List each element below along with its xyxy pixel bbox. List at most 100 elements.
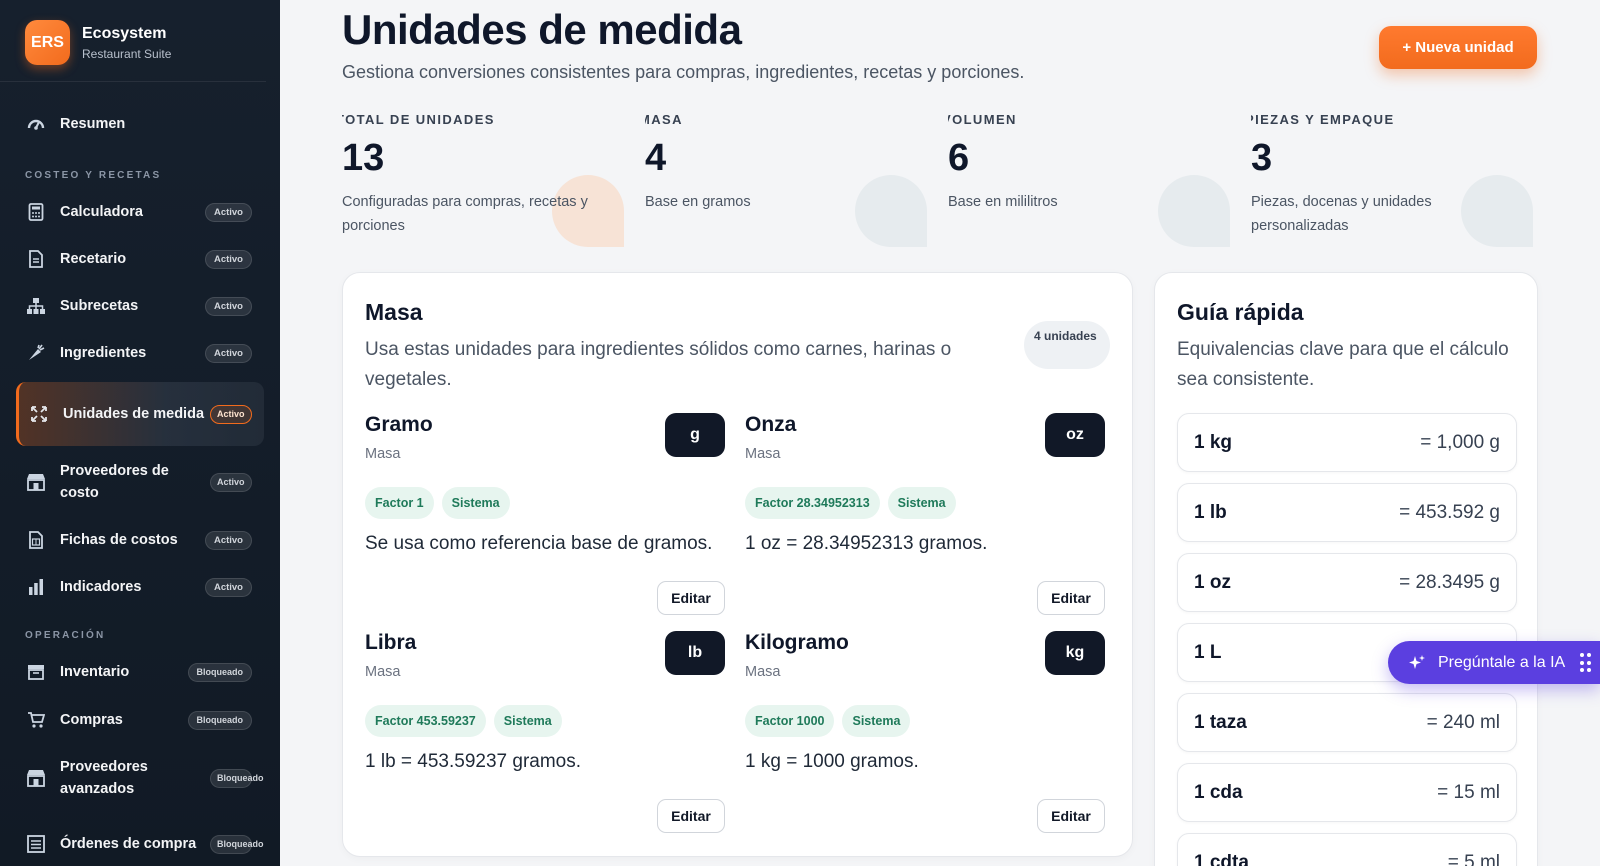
stat-piezas: PIEZAS Y EMPAQUE 3 Piezas, docenas y uni… <box>1251 112 1533 247</box>
expand-arrows-icon <box>29 404 49 424</box>
card-title: Guía rápida <box>1177 299 1304 325</box>
sidebar-item-fichas-de-costos[interactable]: Fichas de costos Activo <box>16 524 264 556</box>
edit-button[interactable]: Editar <box>657 799 725 833</box>
guide-row: 1 lb = 453.592 g <box>1177 483 1517 542</box>
guide-equivalence: = 15 ml <box>1437 781 1500 803</box>
guide-row: 1 kg = 1,000 g <box>1177 413 1517 472</box>
sidebar-item-recetario[interactable]: Recetario Activo <box>16 243 264 275</box>
sidebar-item-proveedores-avanzados[interactable]: Proveedores avanzados Bloqueado <box>16 756 264 800</box>
main-content: Unidades de medida Gestiona conversiones… <box>280 0 1600 866</box>
guide-unit: 1 oz <box>1194 571 1231 593</box>
unit-count-pill: 4 unidades <box>1024 321 1110 369</box>
status-badge: Bloqueado <box>187 662 252 682</box>
sidebar-item-resumen[interactable]: Resumen <box>16 108 264 140</box>
guide-row: 1 oz = 28.3495 g <box>1177 553 1517 612</box>
factor-chip: Factor 1 <box>365 487 434 519</box>
unit-name: Libra <box>365 631 417 654</box>
status-badge: Activo <box>204 343 252 363</box>
edit-button[interactable]: Editar <box>1037 799 1105 833</box>
brand-logo: ERS <box>25 20 70 65</box>
section-title-costeo: COSTEO Y RECETAS <box>25 170 162 181</box>
sidebar-item-label: Subrecetas <box>60 298 139 314</box>
hierarchy-icon <box>26 296 46 316</box>
mass-units-card: Masa Usa estas unidades para ingrediente… <box>342 272 1133 857</box>
factor-chip: Factor 453.59237 <box>365 705 486 737</box>
sidebar-item-label: Recetario <box>60 251 127 267</box>
sidebar-item-label: Proveedores avanzados <box>60 759 148 797</box>
edit-button[interactable]: Editar <box>1037 581 1105 615</box>
guide-unit: 1 taza <box>1194 711 1247 733</box>
stat-volumen: VOLUMEN 6 Base en mililitros <box>948 112 1230 247</box>
bar-chart-icon <box>26 577 46 597</box>
stat-value: 6 <box>948 137 970 179</box>
system-chip: Sistema <box>887 487 956 519</box>
stat-value: 3 <box>1251 137 1273 179</box>
card-title: Masa <box>365 299 423 325</box>
unit-category: Masa <box>745 664 781 680</box>
sheet-icon <box>26 530 46 550</box>
guide-unit: 1 kg <box>1194 431 1233 453</box>
unit-note: Se usa como referencia base de gramos. <box>365 533 713 554</box>
guide-unit: 1 cda <box>1194 781 1243 803</box>
ask-ai-label: Pregúntale a la IA <box>1438 653 1566 671</box>
stat-desc: Configuradas para compras, recetas y por… <box>342 194 588 234</box>
unit-symbol: kg <box>1045 631 1105 675</box>
sidebar-item-label: Proveedores de costo <box>60 463 169 501</box>
unit-name: Onza <box>745 413 797 436</box>
ask-ai-button[interactable]: Pregúntale a la IA <box>1388 641 1600 684</box>
stat-label: PIEZAS Y EMPAQUE <box>1251 112 1395 127</box>
stat-desc: Base en mililitros <box>948 194 1058 210</box>
calculator-icon <box>26 202 46 222</box>
new-unit-button[interactable]: + Nueva unidad <box>1379 26 1537 69</box>
unit-category: Masa <box>745 446 781 462</box>
carrot-icon <box>26 343 46 363</box>
unit-name: Kilogramo <box>745 631 849 654</box>
sidebar-item-indicadores[interactable]: Indicadores Activo <box>16 571 264 603</box>
page-title: Unidades de medida <box>342 6 742 53</box>
unit-libra: Libra Masa lb Factor 453.59237 Sistema 1… <box>365 631 725 833</box>
store-icon <box>26 768 46 788</box>
stat-value: 13 <box>342 137 385 179</box>
guide-row: 1 cda = 15 ml <box>1177 763 1517 822</box>
sidebar-item-label: Órdenes de compra <box>60 836 197 852</box>
stat-masa: MASA 4 Base en gramos <box>645 112 927 247</box>
drag-handle-icon[interactable] <box>1580 653 1591 673</box>
store-icon <box>26 472 46 492</box>
guide-unit: 1 cdta <box>1194 851 1249 866</box>
guide-unit: 1 lb <box>1194 501 1227 523</box>
list-icon <box>26 834 46 854</box>
system-chip: Sistema <box>493 705 562 737</box>
stat-label: TOTAL DE UNIDADES <box>342 112 495 127</box>
sidebar-item-compras[interactable]: Compras Bloqueado <box>16 704 264 736</box>
sidebar-item-label: Ingredientes <box>60 345 147 361</box>
unit-symbol: oz <box>1045 413 1105 457</box>
sidebar-item-ordenes-de-compra[interactable]: Órdenes de compra Bloqueado <box>16 822 264 866</box>
unit-gramo: Gramo Masa g Factor 1 Sistema Se usa com… <box>365 413 725 615</box>
sidebar-item-inventario[interactable]: Inventario Bloqueado <box>16 656 264 688</box>
sidebar-item-label: Fichas de costos <box>60 532 178 548</box>
guide-equivalence: = 5 ml <box>1447 851 1500 866</box>
status-badge: Activo <box>210 472 252 492</box>
guide-row: 1 taza = 240 ml <box>1177 693 1517 752</box>
unit-category: Masa <box>365 446 401 462</box>
sidebar-item-label: Unidades de medida <box>63 406 205 422</box>
sidebar-item-label: Calculadora <box>60 204 143 220</box>
sidebar-item-calculadora[interactable]: Calculadora Activo <box>16 196 264 228</box>
sidebar-item-proveedores-de-costo[interactable]: Proveedores de costo Activo <box>16 460 264 504</box>
sidebar-item-unidades-de-medida[interactable]: Unidades de medida Activo <box>16 382 264 446</box>
sparkle-icon <box>1408 654 1426 672</box>
guide-equivalence: = 1,000 g <box>1420 431 1500 453</box>
factor-chip: Factor 1000 <box>745 705 835 737</box>
status-badge: Activo <box>204 577 252 597</box>
page-subtitle: Gestiona conversiones consistentes para … <box>342 62 1025 82</box>
sidebar-item-label: Resumen <box>60 116 126 132</box>
unit-symbol: lb <box>665 631 725 675</box>
factor-chip: Factor 28.34952313 <box>745 487 880 519</box>
edit-button[interactable]: Editar <box>657 581 725 615</box>
stat-label: VOLUMEN <box>948 112 1017 127</box>
sidebar-item-subrecetas[interactable]: Subrecetas Activo <box>16 290 264 322</box>
brand[interactable]: ERS Ecosystem Restaurant Suite <box>0 0 266 82</box>
inbox-icon <box>26 662 46 682</box>
sidebar-item-ingredientes[interactable]: Ingredientes Activo <box>16 337 264 369</box>
stat-desc: Base en gramos <box>645 194 751 210</box>
